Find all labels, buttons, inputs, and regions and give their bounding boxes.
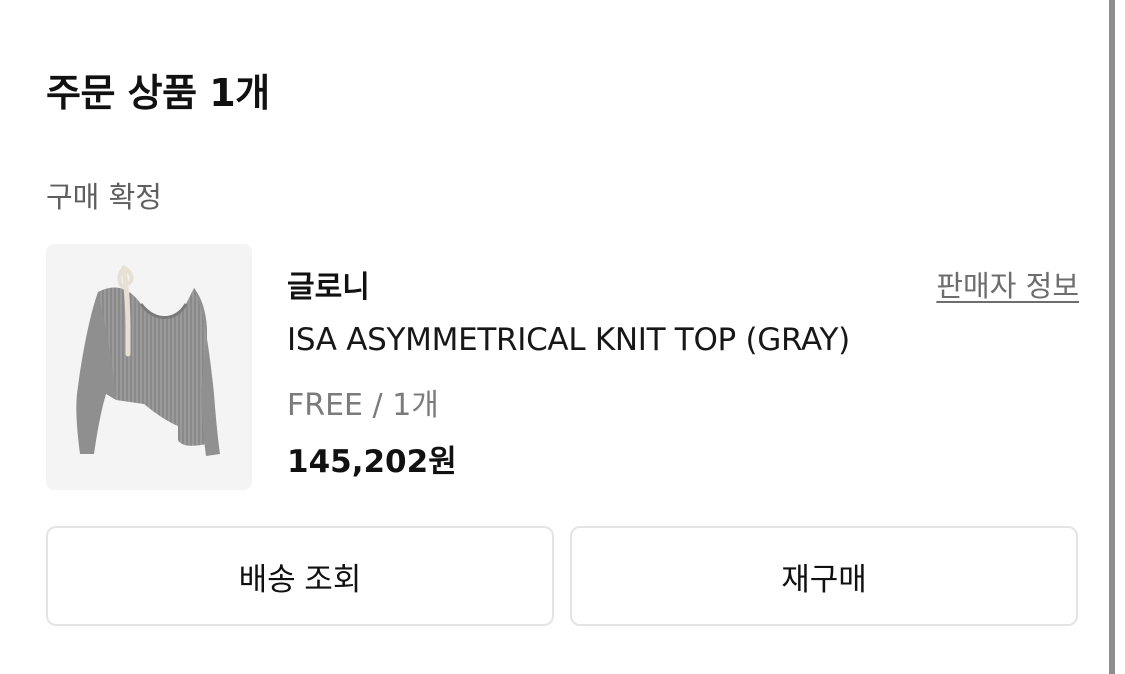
- gray-knit-top-icon: [76, 265, 220, 456]
- product-option: FREE / 1개: [287, 388, 439, 423]
- order-status: 구매 확정: [46, 180, 162, 214]
- rebuy-button[interactable]: 재구매: [570, 526, 1078, 626]
- track-delivery-button[interactable]: 배송 조회: [46, 526, 554, 626]
- order-title: 주문 상품 1개: [46, 71, 270, 115]
- right-border: [1109, 0, 1115, 674]
- product-price: 145,202원: [287, 444, 457, 480]
- product-name: ISA ASYMMETRICAL KNIT TOP (GRAY): [287, 322, 850, 358]
- brand-name: 글로니: [287, 270, 370, 305]
- seller-info-link[interactable]: 판매자 정보: [936, 263, 1079, 305]
- product-thumbnail[interactable]: [46, 244, 252, 490]
